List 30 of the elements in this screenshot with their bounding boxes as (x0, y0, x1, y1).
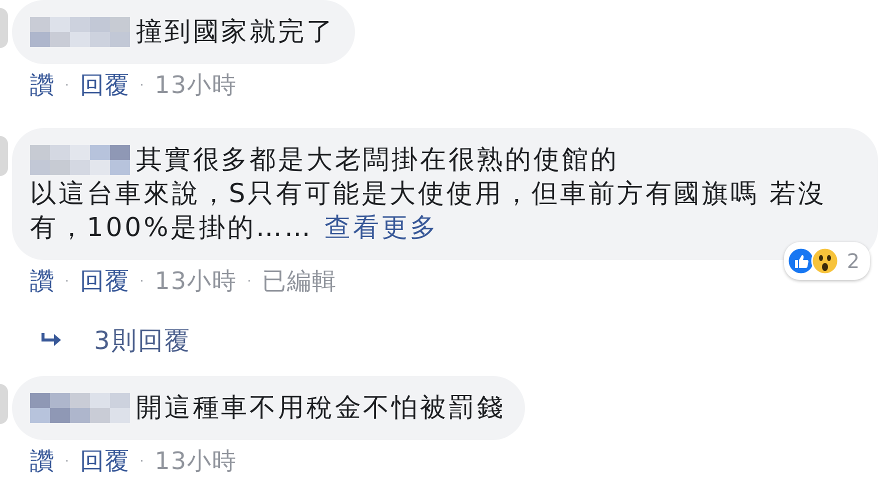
thumbs-up-icon (786, 247, 815, 275)
comment-text: 其實很多都是大老闆掛在很熟的使館的 (136, 144, 619, 177)
reaction-count: 2 (846, 248, 862, 275)
action-link[interactable]: 讚 (30, 266, 55, 296)
comment-meta: 已編輯 (262, 266, 338, 296)
surprised-emoji-icon (810, 247, 839, 275)
separator-dot: · (65, 273, 70, 290)
see-more-link[interactable]: 查看更多 (324, 211, 438, 245)
separator-dot: · (65, 453, 70, 470)
separator-dot: · (140, 77, 145, 94)
action-link[interactable]: 讚 (30, 70, 55, 100)
comment-meta: 13小時 (154, 446, 238, 476)
comment-text: 撞到國家就完了 (136, 16, 335, 49)
separator-dot: · (65, 77, 70, 94)
avatar[interactable] (0, 384, 8, 424)
comment-text: 有，100%是掛的…… (30, 212, 313, 245)
comment-meta: 13小時 (154, 266, 238, 296)
separator-dot: · (247, 273, 252, 290)
action-link[interactable]: 回覆 (80, 266, 130, 296)
action-link[interactable]: 回覆 (80, 70, 130, 100)
avatar[interactable] (0, 136, 8, 176)
comment-meta: 13小時 (154, 70, 238, 100)
action-link[interactable]: 讚 (30, 446, 55, 476)
separator-dot: · (140, 273, 145, 290)
comment-text: 開這種車不用稅金不怕被罰錢 (136, 392, 506, 425)
separator-dot: · (140, 453, 145, 470)
replies-link[interactable]: 3則回覆 (94, 326, 191, 356)
action-link[interactable]: 回覆 (80, 446, 130, 476)
comment-text: 以這台車來說，S只有可能是大使使用，但車前方有國旗嗎 若沒 (30, 178, 826, 211)
avatar[interactable] (0, 8, 8, 48)
